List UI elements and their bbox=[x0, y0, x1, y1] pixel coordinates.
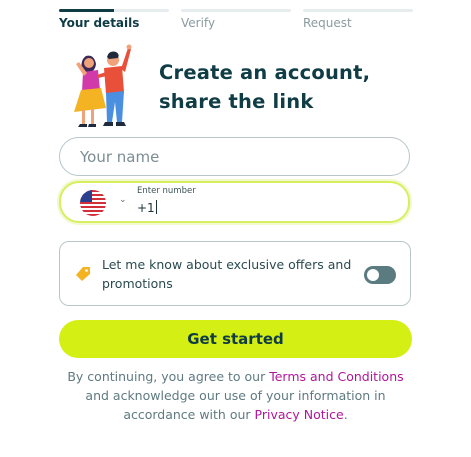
step-progress-bar bbox=[59, 9, 169, 12]
offers-toggle[interactable] bbox=[364, 266, 396, 284]
title-line-2: share the link bbox=[159, 90, 314, 113]
offers-opt-in-card: Let me know about exclusive offers and p… bbox=[59, 241, 411, 306]
step-progress-bar bbox=[181, 9, 291, 12]
step-progress-fill bbox=[59, 9, 114, 12]
us-flag-icon[interactable] bbox=[80, 190, 106, 216]
legal-notice: By continuing, you agree to our Terms an… bbox=[59, 367, 412, 424]
legal-suffix: . bbox=[343, 407, 348, 422]
privacy-notice-link[interactable]: Privacy Notice bbox=[255, 407, 344, 422]
phone-field[interactable]: ⌄ Enter number +1 bbox=[59, 181, 410, 223]
get-started-button[interactable]: Get started bbox=[59, 320, 412, 358]
signup-progress-steps: Your details Verify Request bbox=[59, 9, 413, 30]
title-line-1: Create an account, bbox=[159, 61, 371, 84]
step-label: Verify bbox=[181, 16, 216, 30]
phone-input[interactable]: +1 bbox=[137, 200, 157, 215]
text-caret bbox=[155, 200, 157, 214]
chevron-down-icon[interactable]: ⌄ bbox=[119, 195, 127, 205]
step-label: Request bbox=[303, 16, 352, 30]
people-illustration bbox=[74, 44, 132, 127]
offers-opt-in-text: Let me know about exclusive offers and p… bbox=[102, 257, 352, 291]
tag-icon bbox=[76, 267, 90, 281]
phone-field-label: Enter number bbox=[137, 186, 196, 196]
toggle-knob bbox=[367, 269, 379, 281]
phone-input-value: +1 bbox=[137, 201, 155, 215]
step-verify: Verify bbox=[181, 9, 291, 30]
step-progress-bar bbox=[303, 9, 413, 12]
page-title: Create an account, share the link bbox=[159, 58, 389, 116]
terms-link[interactable]: Terms and Conditions bbox=[269, 369, 403, 384]
legal-prefix: By continuing, you agree to our bbox=[67, 369, 270, 384]
step-request: Request bbox=[303, 9, 413, 30]
step-label: Your details bbox=[59, 16, 140, 30]
step-your-details: Your details bbox=[59, 9, 169, 30]
name-input[interactable] bbox=[60, 138, 409, 175]
name-field[interactable] bbox=[59, 137, 410, 176]
